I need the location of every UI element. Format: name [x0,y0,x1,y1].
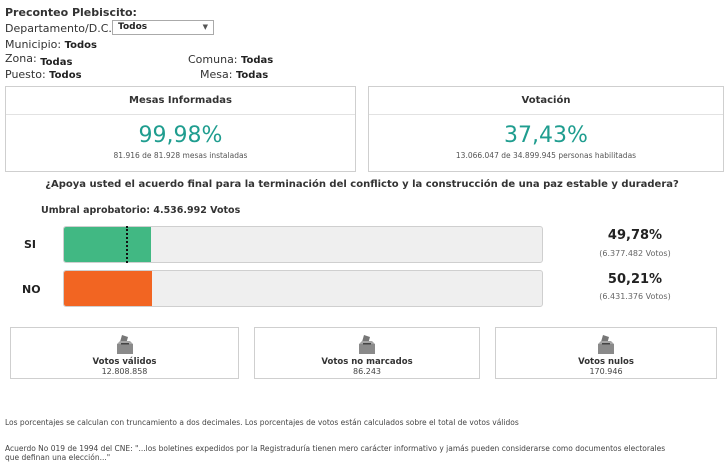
si-percent: 49,78% [607,228,663,243]
votos-validos-card: Votos válidos 12.808.858 [10,327,239,379]
votacion-panel: Votación 37,43% 13.066.047 de 34.899.945… [368,86,724,172]
comuna-label: Comuna: [188,53,238,66]
zona-label: Zona: [5,52,37,65]
municipio-label: Municipio: [5,38,62,51]
zona-filter[interactable]: Zona: Todas [5,52,73,68]
si-votes: (6.377.482 Votos) [599,249,671,258]
municipio-value: Todos [64,40,97,51]
ballot-box-icon [359,335,375,354]
votacion-percent: 37,43% [504,123,588,148]
zona-value: Todas [40,57,73,68]
puesto-label: Puesto: [5,68,46,81]
no-percent: 50,21% [607,272,663,287]
departamento-select[interactable]: Todos ▼ [112,20,214,35]
votacion-detail: 13.066.047 de 34.899.945 personas habili… [455,151,637,160]
threshold-marker [125,226,128,263]
mesas-informadas-title: Mesas Informadas [6,87,355,115]
si-bar-fill [64,227,152,262]
votos-validos-value: 12.808.858 [101,367,148,376]
votos-no-marcados-card: Votos no marcados 86.243 [254,327,480,379]
chevron-down-icon: ▼ [202,23,208,31]
votos-nulos-card: Votos nulos 170.946 [495,327,717,379]
mesas-informadas-panel: Mesas Informadas 99,98% 81.916 de 81.928… [5,86,356,172]
no-bar-fill [64,271,153,306]
mesas-informadas-detail: 81.916 de 81.928 mesas instaladas [113,151,248,160]
votos-no-marcados-title: Votos no marcados [321,357,413,367]
votos-nulos-value: 170.946 [589,367,623,376]
no-label: NO [22,283,41,296]
comuna-filter[interactable]: Comuna: Todas [188,53,273,66]
no-bar-track [63,270,543,307]
page-title: Preconteo Plebiscito: [5,6,137,19]
footer-legal-line-1: Acuerdo No 019 de 1994 del CNE: "...los … [5,444,666,453]
footer-note: Los porcentajes se calculan con truncami… [5,418,519,427]
votos-no-marcados-value: 86.243 [353,367,381,376]
mesas-informadas-percent: 99,98% [138,123,223,148]
plebiscite-question: ¿Apoya usted el acuerdo final para la te… [45,179,679,190]
ballot-box-icon [116,335,133,354]
puesto-filter[interactable]: Puesto: Todos [5,68,82,81]
ballot-box-icon [598,335,614,354]
departamento-label: Departamento/D.C.: [5,22,116,35]
puesto-value: Todos [49,70,82,81]
votacion-title: Votación [369,87,723,115]
comuna-value: Todas [241,55,274,66]
si-bar-track [63,226,543,263]
mesa-filter[interactable]: Mesa: Todas [200,68,268,81]
votos-nulos-title: Votos nulos [578,357,634,367]
votos-validos-title: Votos válidos [92,357,157,367]
no-votes: (6.431.376 Votos) [599,292,671,301]
mesa-value: Todas [235,70,269,81]
departamento-select-value: Todos [118,22,148,32]
municipio-filter[interactable]: Municipio: Todos [5,38,97,51]
mesa-label: Mesa: [200,68,233,81]
si-label: SI [24,238,37,251]
footer-legal-line-2: que definan una elección..." [5,453,111,462]
threshold-label: Umbral aprobatorio: 4.536.992 Votos [41,205,241,216]
